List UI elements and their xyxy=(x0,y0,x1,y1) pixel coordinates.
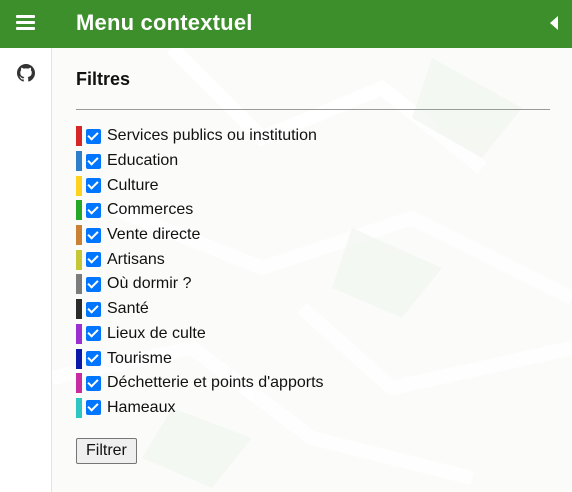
filter-label[interactable]: Commerces xyxy=(107,200,193,220)
filter-label[interactable]: Education xyxy=(107,151,178,171)
filter-item-vente-directe: Vente directe xyxy=(76,223,324,248)
context-panel: Filtres Services publics ou institution … xyxy=(52,48,572,492)
filter-item-lieux-de-culte: Lieux de culte xyxy=(76,322,324,347)
filters-title: Filtres xyxy=(76,69,131,89)
filter-checkbox[interactable] xyxy=(86,400,101,416)
filter-list: Services publics ou institution Educatio… xyxy=(76,124,324,420)
category-color-swatch xyxy=(76,274,82,295)
filter-item-ou-dormir: Où dormir ? xyxy=(76,272,324,297)
filter-item-hameaux: Hameaux xyxy=(76,396,324,421)
category-color-swatch xyxy=(76,175,82,196)
filter-label[interactable]: Lieux de culte xyxy=(107,324,206,344)
divider xyxy=(76,109,550,110)
filter-item-tourisme: Tourisme xyxy=(76,346,324,371)
filter-label[interactable]: Tourisme xyxy=(107,349,172,369)
header-title: Menu contextuel xyxy=(76,10,253,35)
category-color-swatch xyxy=(76,126,82,147)
category-color-swatch xyxy=(76,200,82,221)
category-color-swatch xyxy=(76,397,82,418)
category-color-swatch xyxy=(76,225,82,246)
filter-checkbox[interactable] xyxy=(86,252,101,268)
filter-checkbox[interactable] xyxy=(86,227,101,243)
filter-item-sante: Santé xyxy=(76,297,324,322)
category-color-swatch xyxy=(76,151,82,172)
filter-label[interactable]: Où dormir ? xyxy=(107,274,191,294)
filter-checkbox[interactable] xyxy=(86,375,101,391)
category-color-swatch xyxy=(76,299,82,320)
filter-checkbox[interactable] xyxy=(86,178,101,194)
filter-label[interactable]: Artisans xyxy=(107,250,165,270)
filter-label[interactable]: Vente directe xyxy=(107,225,200,245)
category-color-swatch xyxy=(76,249,82,270)
category-color-swatch xyxy=(76,348,82,369)
filter-checkbox[interactable] xyxy=(86,202,101,218)
filter-checkbox[interactable] xyxy=(86,153,101,169)
filter-label[interactable]: Culture xyxy=(107,176,159,196)
filter-item-artisans: Artisans xyxy=(76,247,324,272)
filter-checkbox[interactable] xyxy=(86,276,101,292)
filter-checkbox[interactable] xyxy=(86,301,101,317)
hamburger-menu-icon[interactable] xyxy=(16,15,35,31)
category-color-swatch xyxy=(76,373,82,394)
filter-item-services-publics: Services publics ou institution xyxy=(76,124,324,149)
header-bar: Menu contextuel xyxy=(0,0,572,48)
filter-label[interactable]: Services publics ou institution xyxy=(107,126,317,146)
github-icon[interactable] xyxy=(17,64,35,82)
filter-item-education: Education xyxy=(76,149,324,174)
category-color-swatch xyxy=(76,323,82,344)
filter-checkbox[interactable] xyxy=(86,326,101,342)
caret-left-icon[interactable] xyxy=(550,16,558,30)
filter-button[interactable]: Filtrer xyxy=(76,438,137,464)
filter-item-dechetterie: Déchetterie et points d'apports xyxy=(76,371,324,396)
filter-checkbox[interactable] xyxy=(86,128,101,144)
filter-label[interactable]: Hameaux xyxy=(107,398,175,418)
filter-item-commerces: Commerces xyxy=(76,198,324,223)
filter-label[interactable]: Santé xyxy=(107,299,149,319)
app-window: Filtres Services publics ou institution … xyxy=(0,0,572,492)
filter-item-culture: Culture xyxy=(76,173,324,198)
filter-checkbox[interactable] xyxy=(86,351,101,367)
filter-label[interactable]: Déchetterie et points d'apports xyxy=(107,373,324,393)
